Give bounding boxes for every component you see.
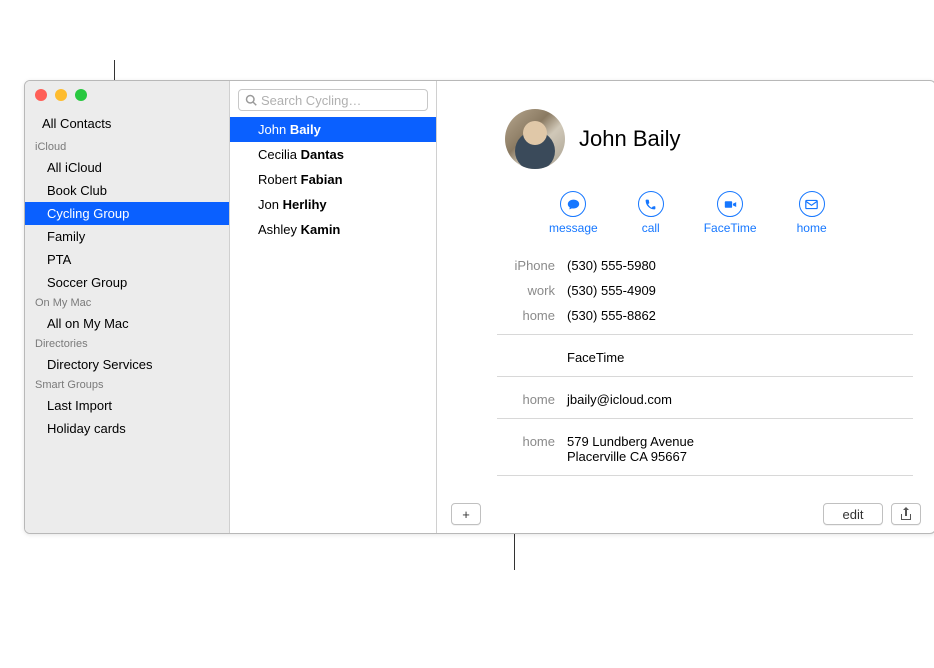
field-value[interactable]: (530) 555-5980 bbox=[567, 258, 913, 273]
field-value[interactable]: 579 Lundberg AvenuePlacerville CA 95667 bbox=[567, 434, 913, 464]
field-value[interactable]: jbaily@icloud.com bbox=[567, 392, 913, 407]
message-button[interactable]: message bbox=[549, 191, 598, 235]
sidebar-item[interactable]: Holiday cards bbox=[25, 417, 229, 440]
add-button[interactable]: + bbox=[451, 503, 481, 525]
field-label: home bbox=[459, 434, 555, 464]
contact-row[interactable]: John Baily bbox=[230, 117, 436, 142]
phone-row: work (530) 555-4909 bbox=[459, 278, 913, 303]
contact-row[interactable]: Jon Herlihy bbox=[230, 192, 436, 217]
plus-icon: + bbox=[462, 507, 470, 522]
phone-row: home (530) 555-8862 bbox=[459, 303, 913, 328]
contact-list-pane: John BailyCecilia DantasRobert FabianJon… bbox=[230, 81, 437, 533]
contact-actions: message call FaceTime bbox=[437, 177, 934, 249]
home-email-button[interactable]: home bbox=[797, 191, 827, 235]
field-label: home bbox=[459, 308, 555, 323]
sidebar-item[interactable]: PTA bbox=[25, 248, 229, 271]
divider bbox=[497, 334, 913, 335]
contact-card: John Baily message call bbox=[437, 81, 934, 533]
contact-row[interactable]: Ashley Kamin bbox=[230, 217, 436, 242]
phone-icon bbox=[638, 191, 664, 217]
contacts-window: All Contacts iCloudAll iCloudBook ClubCy… bbox=[24, 80, 934, 534]
field-label bbox=[459, 350, 555, 365]
sidebar-item[interactable]: Last Import bbox=[25, 394, 229, 417]
sidebar: All Contacts iCloudAll iCloudBook ClubCy… bbox=[25, 81, 230, 533]
action-label: message bbox=[549, 221, 598, 235]
mail-icon bbox=[799, 191, 825, 217]
video-icon bbox=[717, 191, 743, 217]
minimize-window-button[interactable] bbox=[55, 89, 67, 101]
sidebar-item[interactable]: Directory Services bbox=[25, 353, 229, 376]
field-label: iPhone bbox=[459, 258, 555, 273]
sidebar-item[interactable]: Book Club bbox=[25, 179, 229, 202]
divider bbox=[497, 475, 913, 476]
sidebar-item[interactable]: Cycling Group bbox=[25, 202, 229, 225]
edit-button[interactable]: edit bbox=[823, 503, 883, 525]
search-input[interactable] bbox=[257, 93, 437, 108]
field-value[interactable]: (530) 555-4909 bbox=[567, 283, 913, 298]
facetime-row: FaceTime bbox=[459, 345, 913, 370]
contact-name: John Baily bbox=[579, 126, 681, 152]
message-icon bbox=[560, 191, 586, 217]
field-label: work bbox=[459, 283, 555, 298]
sidebar-section-header: Smart Groups bbox=[25, 376, 229, 394]
sidebar-item[interactable]: Soccer Group bbox=[25, 271, 229, 294]
address-row: home 579 Lundberg AvenuePlacerville CA 95… bbox=[459, 429, 913, 469]
action-label: home bbox=[797, 221, 827, 235]
action-label: FaceTime bbox=[704, 221, 757, 235]
sidebar-section-header: On My Mac bbox=[25, 294, 229, 312]
action-label: call bbox=[642, 221, 660, 235]
share-button[interactable] bbox=[891, 503, 921, 525]
sidebar-item[interactable]: All iCloud bbox=[25, 156, 229, 179]
sidebar-item[interactable]: Family bbox=[25, 225, 229, 248]
sidebar-item-all-contacts[interactable]: All Contacts bbox=[25, 111, 229, 138]
share-icon bbox=[900, 507, 912, 521]
email-row: home jbaily@icloud.com bbox=[459, 387, 913, 412]
search-icon bbox=[245, 94, 257, 106]
contact-list: John BailyCecilia DantasRobert FabianJon… bbox=[230, 117, 436, 533]
divider bbox=[497, 376, 913, 377]
contact-row[interactable]: Robert Fabian bbox=[230, 167, 436, 192]
facetime-button[interactable]: FaceTime bbox=[704, 191, 757, 235]
sidebar-item[interactable]: All on My Mac bbox=[25, 312, 229, 335]
call-button[interactable]: call bbox=[638, 191, 664, 235]
field-value[interactable]: (530) 555-8862 bbox=[567, 308, 913, 323]
window-controls bbox=[35, 89, 87, 101]
divider bbox=[497, 418, 913, 419]
phone-row: iPhone (530) 555-5980 bbox=[459, 253, 913, 278]
sidebar-section-header: Directories bbox=[25, 335, 229, 353]
search-box[interactable] bbox=[238, 89, 428, 111]
bottom-bar: + edit bbox=[437, 495, 934, 533]
sidebar-section-header: iCloud bbox=[25, 138, 229, 156]
avatar[interactable] bbox=[505, 109, 565, 169]
contact-row[interactable]: Cecilia Dantas bbox=[230, 142, 436, 167]
field-label: home bbox=[459, 392, 555, 407]
close-window-button[interactable] bbox=[35, 89, 47, 101]
field-value: FaceTime bbox=[567, 350, 913, 365]
maximize-window-button[interactable] bbox=[75, 89, 87, 101]
